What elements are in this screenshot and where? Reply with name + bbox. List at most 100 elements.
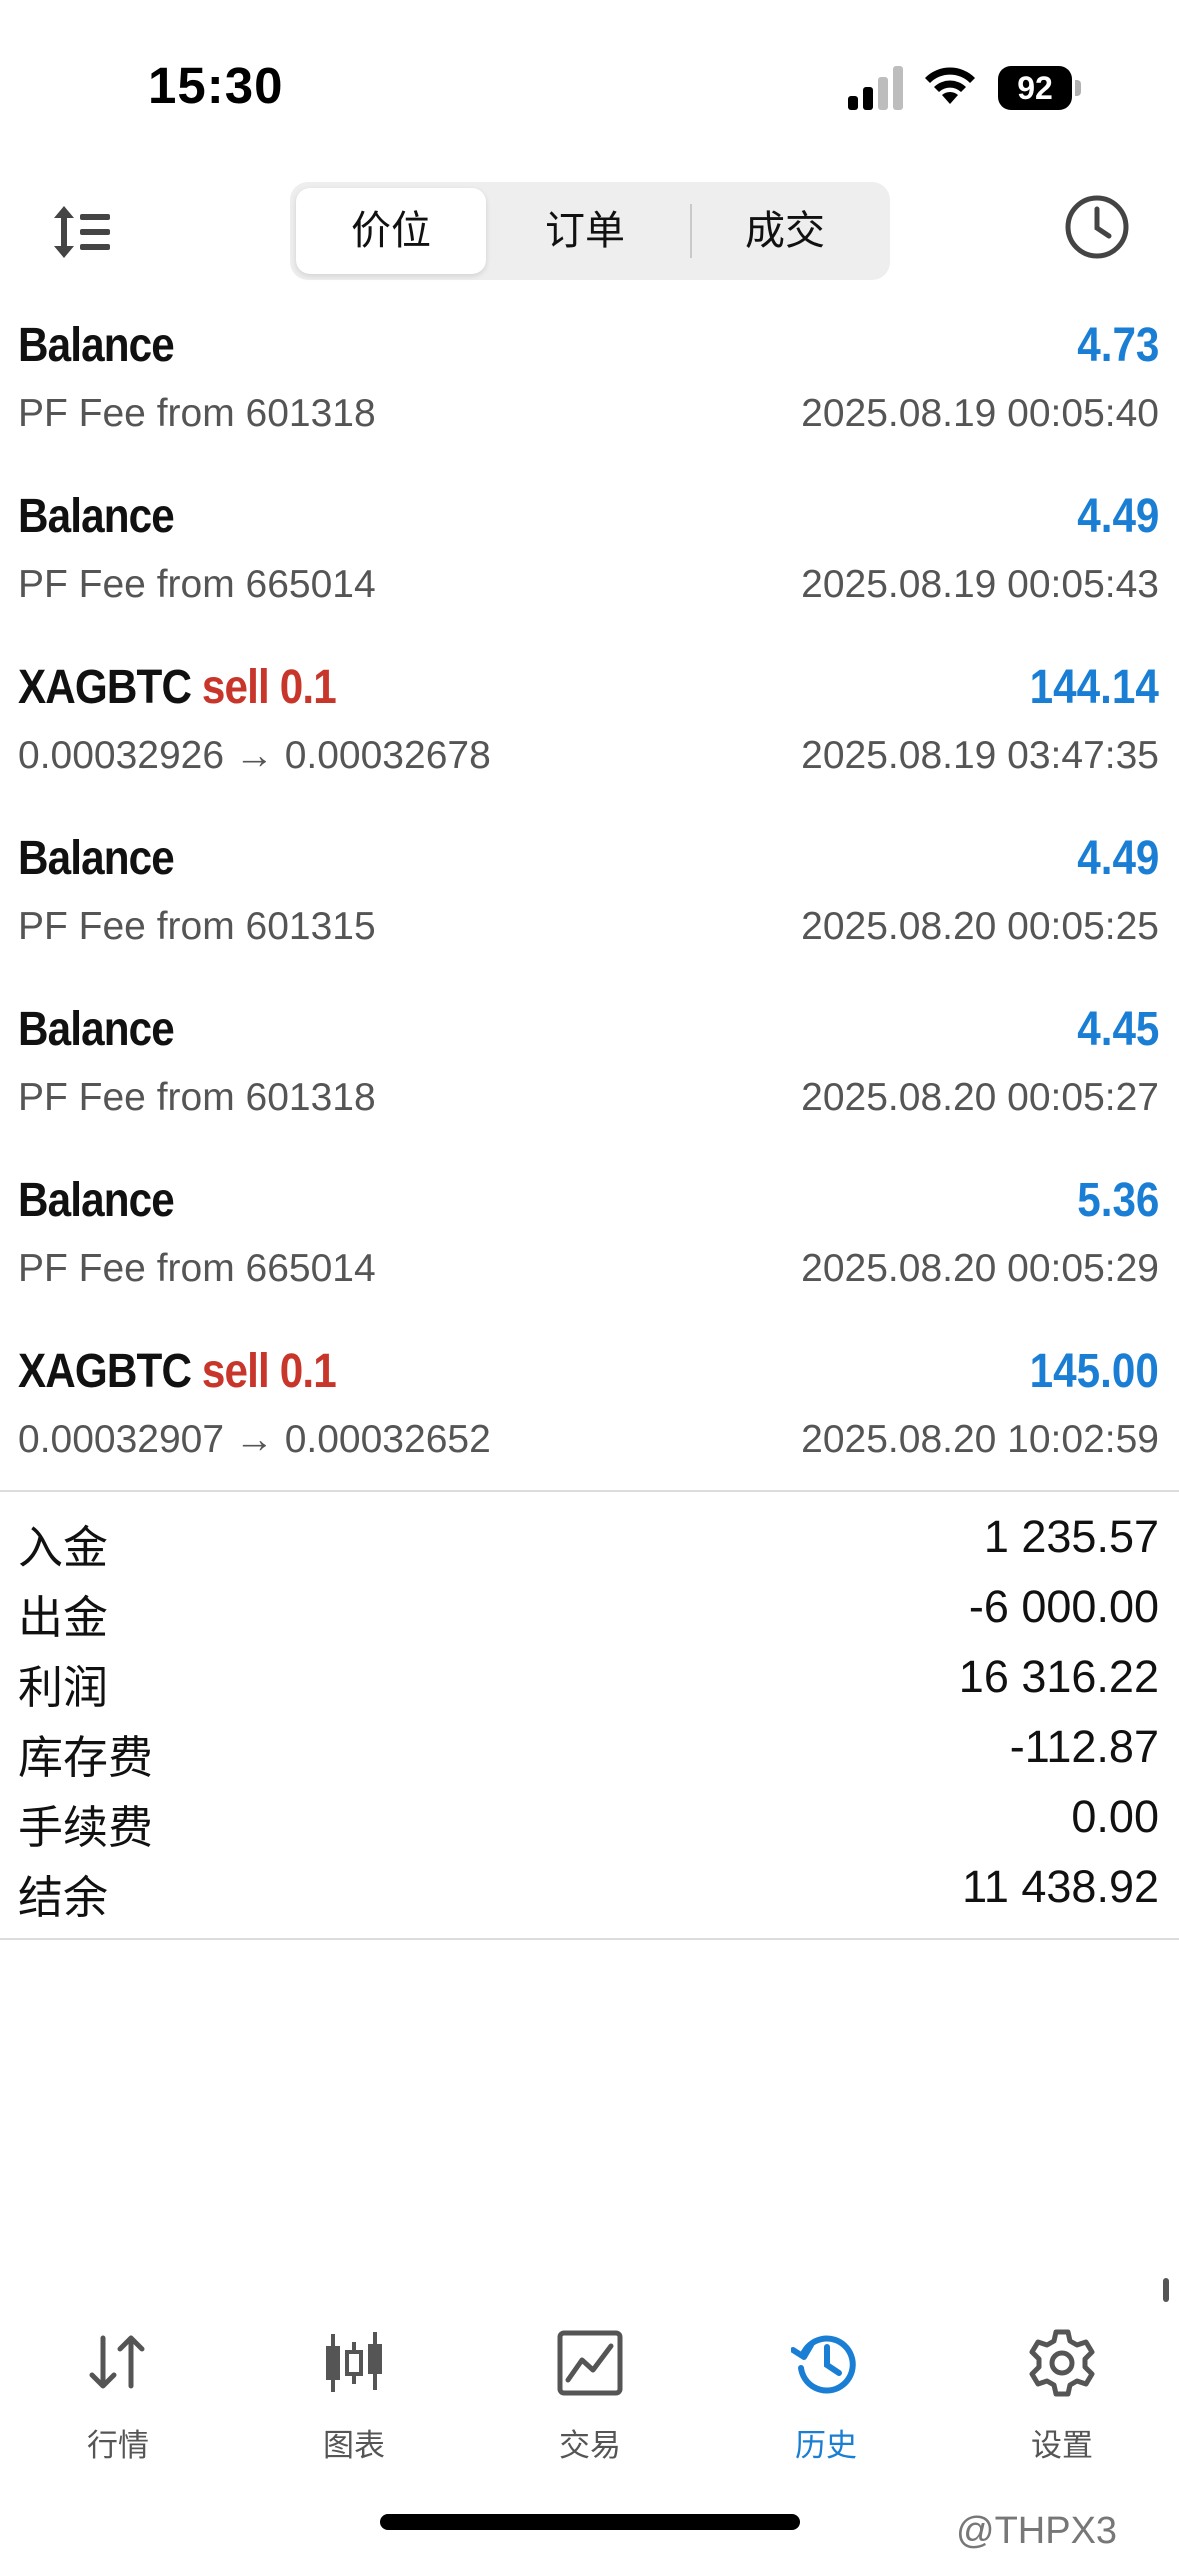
wifi-icon: [925, 67, 975, 104]
status-bar: 15:30 92: [0, 0, 1179, 170]
summary-value: 1 235.57: [983, 1511, 1159, 1562]
summary-label: 利润: [18, 1662, 109, 1713]
deal-comment: PF Fee from 601315: [18, 905, 376, 948]
summary-row-balance: 结余 11 438.92: [0, 1853, 1179, 1923]
deal-time: 2025.08.20 00:05:27: [801, 1076, 1159, 1119]
summary-value: -6 000.00: [968, 1581, 1159, 1632]
tab-label: 历史: [795, 2428, 857, 2463]
clock-icon[interactable]: [1062, 192, 1132, 262]
watermark: @THPX3: [956, 2510, 1118, 2552]
battery-icon: 92: [998, 66, 1082, 110]
summary-row-profit: 利润 16 316.22: [0, 1643, 1179, 1713]
deal-time: 2025.08.20 10:02:59: [801, 1418, 1159, 1461]
summary-value: 11 438.92: [962, 1861, 1159, 1912]
tabbar-trade[interactable]: 交易: [490, 2328, 690, 2478]
summary-label: 库存费: [18, 1732, 154, 1783]
deal-title: Balance: [18, 1002, 175, 1057]
list-item[interactable]: XAGBTC sell 0.1 144.14 0.00032926 → 0.00…: [0, 642, 1179, 813]
list-item[interactable]: Balance 4.49 PF Fee from 601315 2025.08.…: [0, 813, 1179, 984]
tabbar-history[interactable]: 历史: [726, 2328, 926, 2478]
deal-time: 2025.08.19 00:05:40: [801, 392, 1159, 435]
deal-symbol: Balance: [18, 1174, 175, 1227]
summary-row-swap: 库存费 -112.87: [0, 1713, 1179, 1783]
deal-symbol: Balance: [18, 490, 175, 543]
deal-profit: 144.14: [1029, 661, 1159, 714]
tab-orders[interactable]: 订单: [490, 182, 680, 280]
tabbar-settings[interactable]: 设置: [962, 2328, 1162, 2478]
signal-icon: [848, 66, 903, 110]
quotes-icon: [89, 2335, 145, 2389]
status-time: 15:30: [148, 57, 284, 114]
history-icon: [791, 2335, 856, 2394]
deal-profit: 4.73: [1076, 319, 1159, 372]
deal-title: Balance: [18, 831, 175, 886]
deal-title: Balance: [18, 318, 175, 373]
summary-label: 入金: [18, 1522, 109, 1573]
tab-price[interactable]: 价位: [296, 188, 486, 274]
deal-comment: PF Fee from 601318: [18, 1076, 376, 1119]
header: 价位 订单 成交: [0, 170, 1179, 300]
tabbar-chart[interactable]: 图表: [254, 2328, 454, 2478]
deal-list: Balance 4.73 PF Fee from 601318 2025.08.…: [0, 300, 1179, 1497]
tabbar-quotes[interactable]: 行情: [18, 2328, 218, 2478]
summary-value: 16 316.22: [958, 1651, 1159, 1702]
deal-title: Balance: [18, 489, 175, 544]
segmented-control: 价位 订单 成交: [290, 182, 890, 280]
deal-side: sell 0.1: [201, 661, 337, 714]
deal-profit: 4.49: [1076, 490, 1159, 543]
deal-comment: PF Fee from 665014: [18, 563, 376, 606]
summary-value: -112.87: [1009, 1721, 1159, 1772]
tab-label: 交易: [559, 2428, 621, 2463]
scrollbar[interactable]: [1163, 2278, 1169, 2302]
chart-icon: [326, 2332, 382, 2392]
summary-row-withdrawal: 出金 -6 000.00: [0, 1573, 1179, 1643]
deal-symbol: XAGBTC: [18, 1345, 192, 1398]
battery-nub: [1075, 80, 1081, 96]
deal-symbol: Balance: [18, 832, 175, 885]
deal-profit: 145.00: [1029, 1345, 1159, 1398]
list-item[interactable]: Balance 4.73 PF Fee from 601318 2025.08.…: [0, 300, 1179, 471]
home-indicator[interactable]: [380, 2514, 800, 2530]
list-item[interactable]: Balance 4.45 PF Fee from 601318 2025.08.…: [0, 984, 1179, 1155]
deal-prices: 0.00032907 → 0.00032652: [18, 1418, 491, 1461]
tab-label: 设置: [1031, 2428, 1093, 2463]
deal-comment: PF Fee from 601318: [18, 392, 376, 435]
deal-title: Balance: [18, 1173, 175, 1228]
deal-time: 2025.08.19 03:47:35: [801, 734, 1159, 777]
battery-level: 92: [998, 66, 1072, 110]
summary-divider-top: [0, 1490, 1179, 1492]
deal-comment: PF Fee from 665014: [18, 1247, 376, 1290]
summary: 入金 1 235.57 出金 -6 000.00 利润 16 316.22 库存…: [0, 1503, 1179, 1923]
deal-symbol: Balance: [18, 1003, 175, 1056]
summary-label: 手续费: [18, 1802, 154, 1853]
tab-label: 图表: [323, 2428, 385, 2463]
deal-title: XAGBTC sell 0.1: [18, 660, 337, 715]
deal-profit: 4.45: [1076, 1003, 1159, 1056]
gear-icon: [1029, 2329, 1095, 2397]
deal-profit: 5.36: [1076, 1174, 1159, 1227]
list-item[interactable]: Balance 5.36 PF Fee from 665014 2025.08.…: [0, 1155, 1179, 1326]
deal-time: 2025.08.20 00:05:25: [801, 905, 1159, 948]
tab-bar: 行情 图表 交易 历史 设置: [0, 2300, 1179, 2500]
deal-title: XAGBTC sell 0.1: [18, 1344, 337, 1399]
deal-symbol: Balance: [18, 319, 175, 372]
summary-row-deposit: 入金 1 235.57: [0, 1503, 1179, 1573]
summary-divider-bottom: [0, 1938, 1179, 1940]
deal-side: sell 0.1: [201, 1345, 337, 1398]
sort-icon[interactable]: [50, 200, 114, 264]
history-screen: 15:30 92 价位 订单 成交 Balance 4.73 PF Fee fr…: [0, 0, 1179, 2556]
deal-symbol: XAGBTC: [18, 661, 192, 714]
summary-row-commission: 手续费 0.00: [0, 1783, 1179, 1853]
tab-deals[interactable]: 成交: [690, 182, 880, 280]
tab-label: 行情: [87, 2428, 149, 2463]
trade-icon: [557, 2330, 623, 2396]
summary-label: 结余: [18, 1872, 109, 1923]
summary-label: 出金: [18, 1592, 109, 1643]
deal-prices: 0.00032926 → 0.00032678: [18, 734, 491, 777]
summary-value: 0.00: [1071, 1791, 1159, 1842]
deal-time: 2025.08.20 00:05:29: [801, 1247, 1159, 1290]
deal-profit: 4.49: [1076, 832, 1159, 885]
deal-time: 2025.08.19 00:05:43: [801, 563, 1159, 606]
list-item[interactable]: XAGBTC sell 0.1 145.00 0.00032907 → 0.00…: [0, 1326, 1179, 1497]
list-item[interactable]: Balance 4.49 PF Fee from 665014 2025.08.…: [0, 471, 1179, 642]
